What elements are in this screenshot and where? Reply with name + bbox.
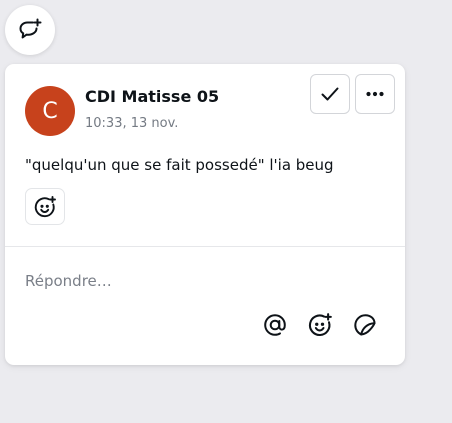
comment-card: C CDI Matisse 05 10:33, 13 nov. "quelqu'… (5, 64, 405, 365)
emoji-add-icon (33, 195, 57, 219)
canvas: C CDI Matisse 05 10:33, 13 nov. "quelqu'… (0, 0, 452, 423)
more-options-button[interactable] (355, 74, 395, 114)
add-comment-button[interactable] (5, 5, 55, 55)
ellipsis-icon (364, 83, 386, 105)
reply-input[interactable] (25, 268, 385, 294)
checkmark-icon (319, 83, 341, 105)
resolve-button[interactable] (310, 74, 350, 114)
author-name: CDI Matisse 05 (85, 87, 220, 106)
emoji-button[interactable] (305, 310, 335, 340)
at-sign-icon (262, 312, 288, 338)
avatar[interactable]: C (25, 86, 75, 136)
avatar-initial: C (42, 98, 58, 124)
divider (5, 246, 405, 247)
sticker-icon (352, 312, 378, 338)
comment-add-icon (16, 16, 44, 44)
sticker-button[interactable] (350, 310, 380, 340)
comment-message: "quelqu'un que se fait possedé" l'ia beu… (25, 156, 334, 174)
emoji-add-icon (307, 312, 333, 338)
mention-button[interactable] (260, 310, 290, 340)
add-reaction-button[interactable] (25, 188, 65, 225)
comment-timestamp: 10:33, 13 nov. (85, 116, 179, 131)
